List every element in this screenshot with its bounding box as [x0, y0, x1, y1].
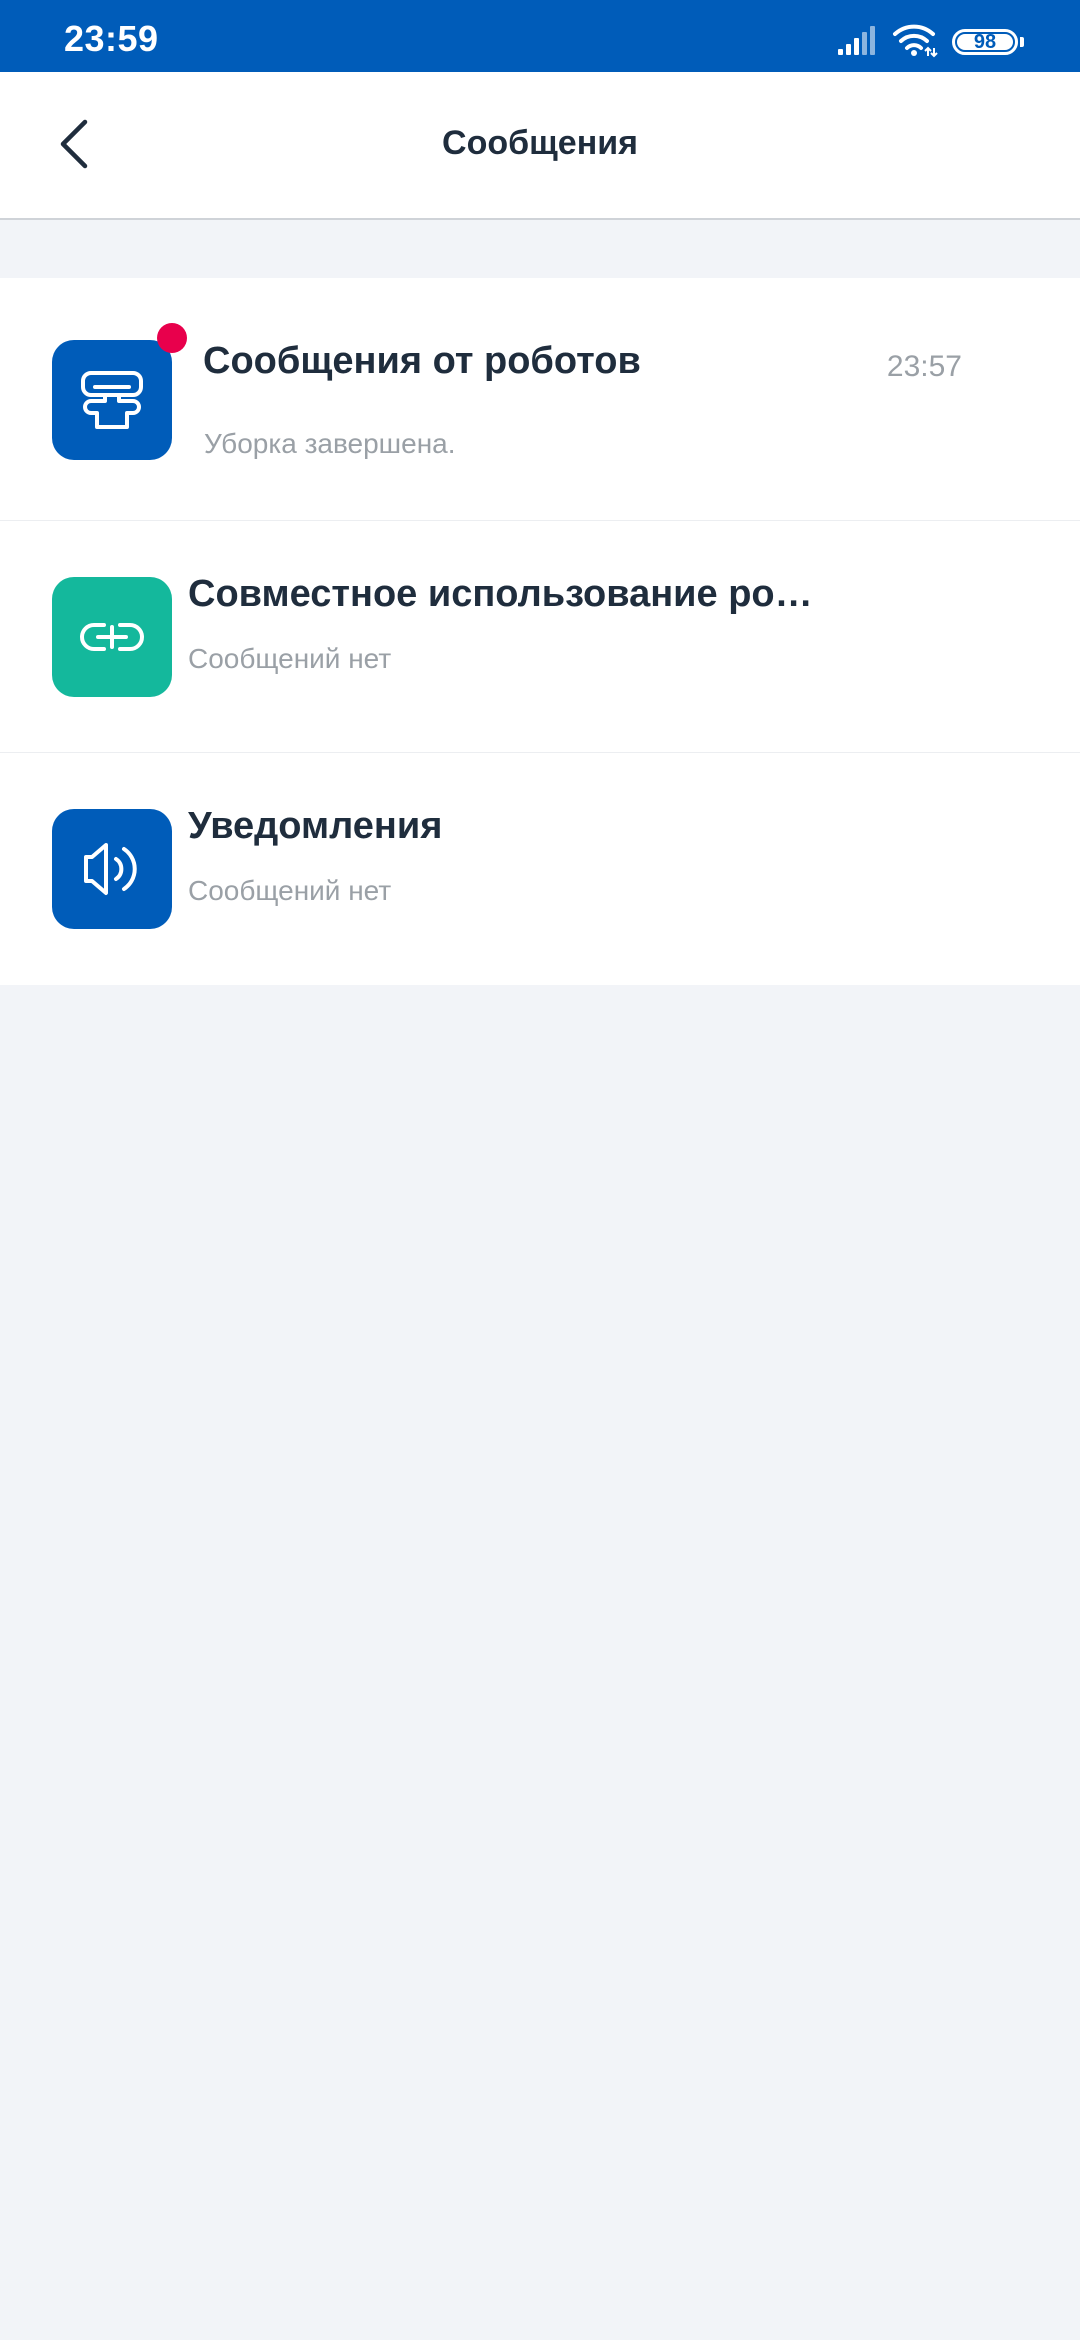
page-title: Сообщения [442, 124, 638, 162]
app-bar: Сообщения [0, 72, 1080, 220]
message-time: 23:57 [886, 350, 962, 383]
message-title: Совместное использование ро… [188, 573, 813, 615]
message-subtitle: Сообщений нет [188, 643, 392, 674]
battery-level: 98 [973, 31, 997, 53]
message-subtitle: Уборка завершена. [204, 428, 456, 459]
battery-tip [1020, 37, 1024, 47]
message-title: Сообщения от роботов [203, 340, 641, 382]
wifi-icon [892, 22, 938, 63]
link-icon [52, 577, 172, 697]
signal-icon [836, 25, 878, 60]
message-list: Сообщения от роботов Уборка завершена. 2… [0, 278, 1080, 985]
message-item-sharing[interactable]: Совместное использование ро… Сообщений н… [0, 521, 1080, 753]
message-title: Уведомления [188, 805, 443, 847]
unread-dot [157, 323, 187, 353]
battery-icon: 98 [952, 29, 1018, 55]
robot-vacuum-icon [52, 340, 172, 460]
status-time: 23:59 [64, 18, 159, 59]
message-item-robots[interactable]: Сообщения от роботов Уборка завершена. 2… [0, 278, 1080, 521]
message-subtitle: Сообщений нет [188, 875, 392, 906]
message-item-notifications[interactable]: Уведомления Сообщений нет [0, 753, 1080, 985]
status-bar: 23:59 98 [0, 0, 1080, 72]
speaker-icon [52, 809, 172, 929]
status-icons: 98 [836, 22, 1024, 62]
